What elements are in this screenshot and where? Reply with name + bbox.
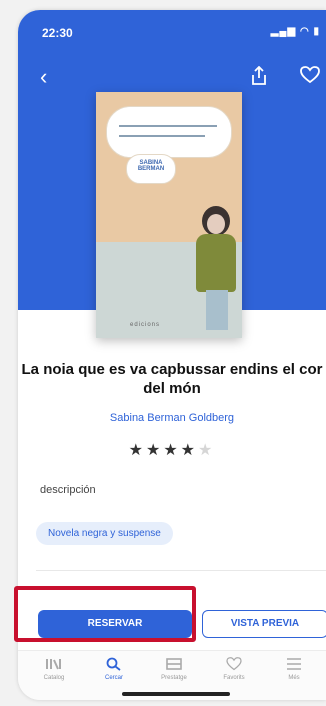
rating-stars: ★★★★★ [18,440,326,460]
book-title: La noia que es va capbussar endins el co… [21,361,323,397]
tab-label: Catalog [43,675,65,681]
tab-catalog[interactable]: Catalog [24,657,84,681]
divider [36,570,326,571]
book-author-link[interactable]: Sabina Berman Goldberg [18,412,326,424]
tab-label: Favorits [223,675,245,681]
cover-title-bubble [106,106,232,158]
tab-label: Cercar [104,675,123,681]
annotation-highlight-box [14,586,196,642]
tab-label: Més [288,675,300,681]
share-icon[interactable] [250,66,268,86]
shelf-icon [166,658,182,670]
cover-girl-face [207,214,225,234]
cover-girl-dress [196,234,236,292]
star-icon: ★ [180,442,199,459]
cover-publisher: edicions [130,322,161,328]
heart-icon [226,657,242,671]
preview-button[interactable]: VISTA PREVIA [202,610,326,638]
description-label[interactable]: descripción [40,484,96,496]
back-icon[interactable]: ‹ [40,66,47,88]
tab-favorites[interactable]: Favorits [204,657,264,681]
tab-shelf[interactable]: Prestatge [144,657,204,681]
tab-search[interactable]: Cercar [84,657,144,681]
cover-author-bubble: SABINA BERMAN [126,154,176,184]
tab-more[interactable]: Més [264,657,324,681]
star-empty-icon: ★ [198,442,216,459]
book-cover[interactable]: SABINA BERMAN edicions [96,92,242,338]
cover-girl-legs [206,290,228,330]
search-icon [106,657,121,671]
genre-chip[interactable]: Novela negra y suspense [36,522,173,545]
status-time: 22:30 [42,26,73,40]
star-icon: ★ [145,442,164,459]
favorite-icon[interactable] [300,66,320,84]
catalog-icon [46,659,61,670]
status-icons: ▂▄▆ ◠ ▮ [270,26,320,37]
home-indicator [122,692,230,696]
tab-label: Prestatge [161,675,187,681]
status-bar: 22:30 ▂▄▆ ◠ ▮ [18,10,326,50]
menu-icon [287,658,301,670]
star-icon: ★ [128,442,146,459]
star-icon: ★ [163,442,181,459]
